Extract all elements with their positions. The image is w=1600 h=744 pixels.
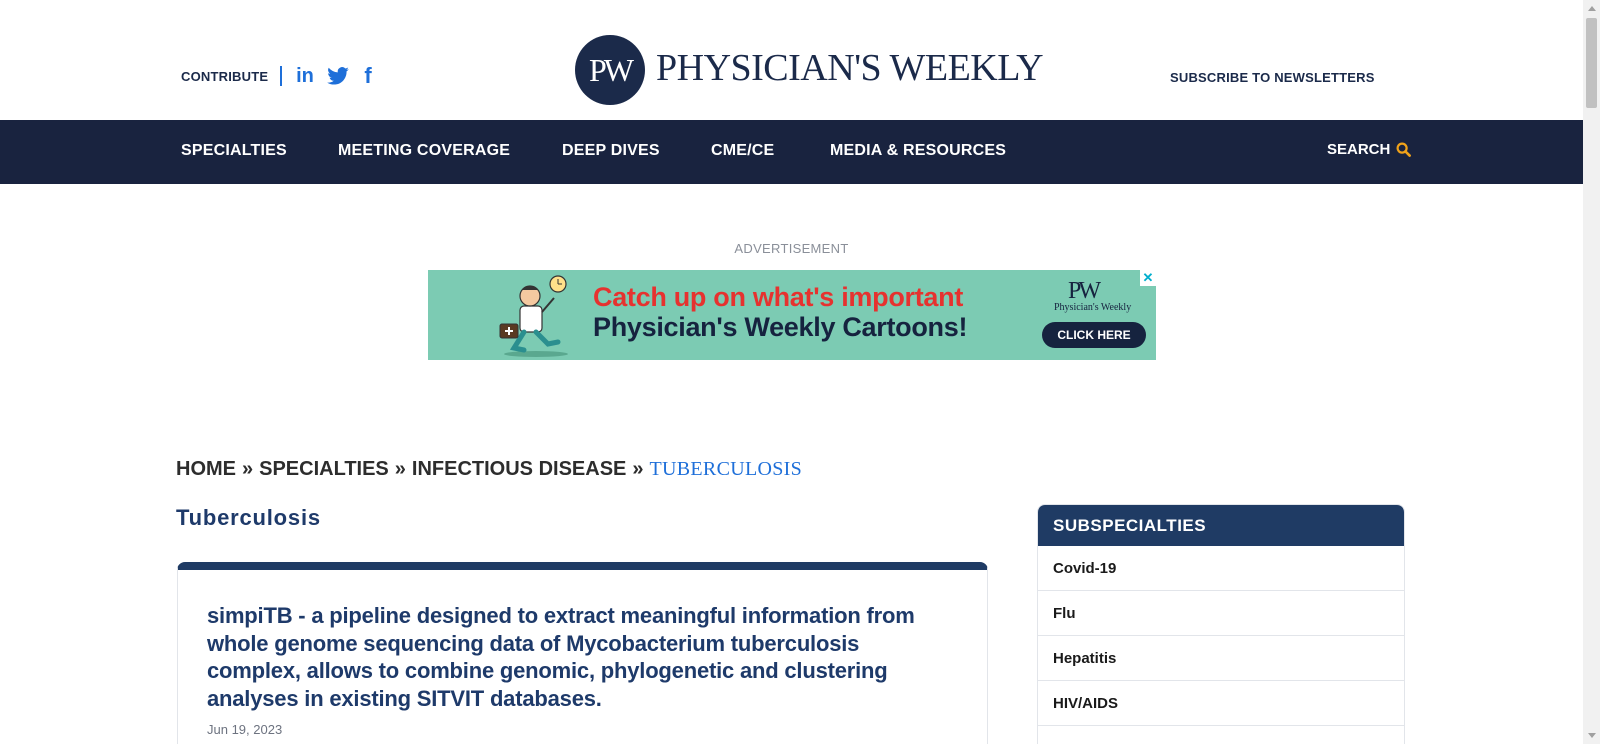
search-button[interactable]: SEARCH (1327, 141, 1412, 158)
ad-logo-mark: PW (1068, 278, 1101, 304)
search-label: SEARCH (1327, 141, 1391, 158)
nav-deep-dives[interactable]: DEEP DIVES (562, 142, 660, 160)
sidebar-item-flu[interactable]: Flu (1038, 591, 1404, 636)
nav-cme-ce[interactable]: CME/CE (711, 142, 774, 160)
ad-close-icon[interactable]: ✕ (1140, 270, 1156, 286)
nav-meeting-coverage[interactable]: MEETING COVERAGE (338, 142, 510, 160)
breadcrumb: HOME » SPECIALTIES » INFECTIOUS DISEASE … (176, 458, 802, 481)
page-title: Tuberculosis (176, 505, 321, 530)
ad-logo-text: Physician's Weekly (1054, 302, 1132, 313)
nav-media-resources[interactable]: MEDIA & RESOURCES (830, 142, 1006, 160)
breadcrumb-separator: » (632, 458, 644, 480)
ad-subheadline: Physician's Weekly Cartoons! (593, 312, 968, 342)
breadcrumb-separator: » (242, 458, 254, 480)
article-title-link[interactable]: simpiTB - a pipeline designed to extract… (207, 602, 937, 712)
ad-click-here-button[interactable]: CLICK HERE (1042, 322, 1146, 348)
breadcrumb-infectious-disease[interactable]: INFECTIOUS DISEASE (412, 458, 626, 481)
article-date: Jun 19, 2023 (207, 722, 283, 737)
ad-banner[interactable]: ✕ Catch up on what's important Physician… (428, 270, 1156, 360)
breadcrumb-current: TUBERCULOSIS (649, 458, 803, 480)
contribute-link[interactable]: CONTRIBUTE (181, 69, 268, 84)
scroll-up-arrow-icon[interactable] (1583, 0, 1600, 17)
sidebar-item-hiv-aids[interactable]: HIV/AIDS (1038, 681, 1404, 726)
ad-headline: Catch up on what's important (593, 282, 964, 312)
subspecialties-panel: SUBSPECIALTIES Covid-19 Flu Hepatitis HI… (1037, 504, 1405, 744)
main-nav: SPECIALTIES MEETING COVERAGE DEEP DIVES … (0, 120, 1583, 184)
sidebar-item-hepatitis[interactable]: Hepatitis (1038, 636, 1404, 681)
logo-mark[interactable]: PW (575, 35, 645, 105)
search-icon (1396, 142, 1412, 157)
site-header: CONTRIBUTE in f PW PHYSICIAN'S WEEKLY SU… (0, 0, 1583, 120)
nav-specialties[interactable]: SPECIALTIES (181, 142, 287, 160)
breadcrumb-separator: » (394, 458, 406, 480)
scrollbar-thumb[interactable] (1586, 18, 1597, 108)
breadcrumb-home[interactable]: HOME (176, 458, 236, 481)
header-divider (280, 66, 282, 86)
subspecialties-header: SUBSPECIALTIES (1038, 505, 1404, 546)
sidebar-item-covid-19[interactable]: Covid-19 (1038, 546, 1404, 591)
logo-text[interactable]: PHYSICIAN'S WEEKLY (656, 46, 1044, 90)
article-card: simpiTB - a pipeline designed to extract… (177, 562, 988, 744)
twitter-icon[interactable] (325, 64, 351, 88)
scroll-down-arrow-icon[interactable] (1583, 727, 1600, 744)
breadcrumb-specialties[interactable]: SPECIALTIES (259, 458, 389, 481)
facebook-icon[interactable]: f (358, 63, 378, 88)
linkedin-icon[interactable]: in (293, 64, 317, 88)
subscribe-newsletters-link[interactable]: SUBSCRIBE TO NEWSLETTERS (1170, 70, 1375, 85)
advertisement-label: ADVERTISEMENT (734, 241, 849, 256)
vertical-scrollbar[interactable] (1583, 0, 1600, 744)
doctor-cartoon-icon (499, 275, 568, 357)
